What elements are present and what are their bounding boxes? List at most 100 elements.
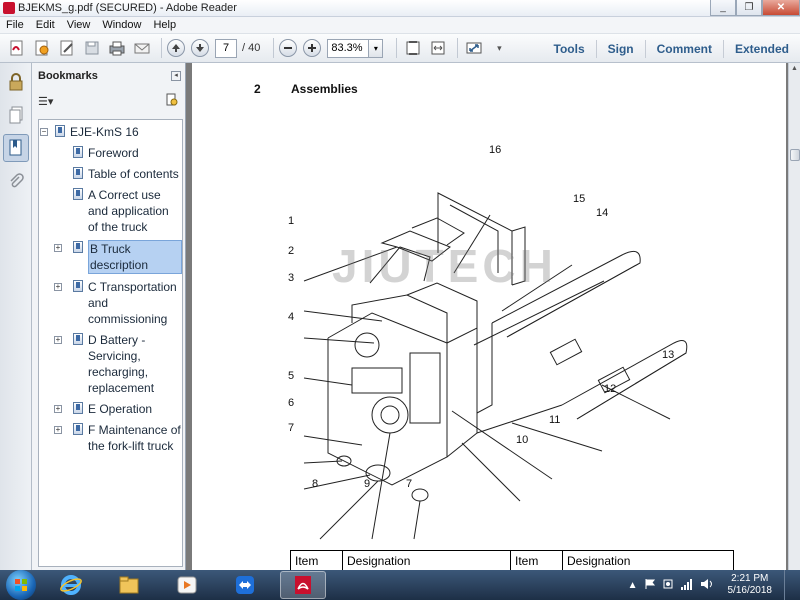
table-header-item: Item — [510, 550, 563, 570]
bookmark-icon — [73, 241, 83, 253]
tab-tools[interactable]: Tools — [543, 40, 596, 58]
adobe-reader-app-icon — [3, 2, 15, 14]
bookmark-options-button[interactable]: ☰▾ — [38, 95, 53, 108]
restore-button[interactable]: ❐ — [736, 0, 762, 16]
callout-7b: 7 — [406, 478, 413, 490]
bookmark-item-d[interactable]: + D Battery - Servicing, recharging, rep… — [39, 332, 182, 396]
zoom-dropdown-button[interactable]: ▾ — [369, 38, 384, 58]
collapse-panel-button[interactable]: ◂ — [171, 71, 181, 81]
zoom-in-button[interactable] — [303, 39, 322, 57]
title-bar: BJEKMS_g.pdf (SECURED) - Adobe Reader _ … — [0, 0, 800, 17]
zoom-out-button[interactable] — [279, 39, 298, 57]
arrow-down-icon — [196, 44, 204, 52]
teamviewer-icon[interactable] — [222, 571, 268, 599]
bookmarks-panel-icon[interactable] — [3, 134, 29, 162]
bookmark-item-toc[interactable]: Table of contents — [39, 166, 182, 182]
next-page-button[interactable] — [191, 39, 209, 57]
callout-14: 14 — [596, 207, 609, 219]
scroll-up-icon[interactable]: ▲ — [789, 63, 800, 75]
scroll-thumb[interactable] — [790, 149, 800, 161]
expand-toggle[interactable]: + — [54, 426, 62, 434]
tab-sign[interactable]: Sign — [595, 39, 645, 58]
bookmarks-panel: Bookmarks ◂ ☰▾ − EJE-KmS 16 Foreword Tab… — [32, 63, 186, 570]
edit-pdf-icon[interactable] — [56, 37, 78, 59]
tab-comment[interactable]: Comment — [644, 39, 723, 58]
previous-page-button[interactable] — [167, 39, 185, 57]
callout-16: 16 — [489, 144, 502, 156]
internet-explorer-icon[interactable] — [48, 571, 94, 599]
callout-11: 11 — [549, 414, 561, 426]
callout-5: 5 — [288, 370, 295, 382]
fit-width-icon[interactable] — [427, 37, 449, 59]
volume-icon[interactable] — [700, 578, 714, 593]
bookmark-icon — [73, 333, 83, 345]
expand-toggle[interactable]: + — [54, 283, 62, 291]
system-clock[interactable]: 2:21 PM 5/16/2018 — [728, 573, 773, 597]
arrow-up-icon — [172, 44, 180, 52]
find-bookmark-icon[interactable] — [165, 93, 179, 110]
tab-extended[interactable]: Extended — [722, 39, 800, 58]
media-player-icon[interactable] — [164, 571, 210, 599]
show-hidden-icons-icon[interactable]: ▲ — [628, 580, 638, 591]
action-center-flag-icon[interactable] — [644, 578, 656, 593]
page-thumbnails-icon[interactable] — [3, 101, 29, 129]
menu-edit[interactable]: Edit — [36, 19, 55, 31]
minimize-button[interactable]: _ — [710, 0, 736, 16]
bookmark-item-f[interactable]: + F Maintenance of the fork-lift truck — [39, 422, 182, 454]
bookmark-label: Table of contents — [88, 167, 179, 181]
callout-15: 15 — [573, 193, 586, 205]
bookmark-item-c[interactable]: + C Transportation and commissioning — [39, 279, 182, 327]
page-number-input[interactable]: 7 — [215, 38, 237, 58]
bookmark-item-foreword[interactable]: Foreword — [39, 145, 182, 161]
open-file-icon[interactable] — [31, 37, 53, 59]
file-explorer-icon[interactable] — [106, 571, 152, 599]
close-button[interactable]: ✕ — [762, 0, 800, 16]
zoom-level-input[interactable]: 83.3% — [327, 38, 370, 58]
start-orb-icon[interactable] — [6, 570, 36, 600]
callout-4: 4 — [288, 311, 295, 323]
print-icon[interactable] — [106, 37, 128, 59]
callout-2: 2 — [288, 245, 295, 257]
callout-1: 1 — [288, 215, 295, 227]
bookmark-item-root[interactable]: − EJE-KmS 16 — [39, 124, 182, 140]
show-desktop-button[interactable] — [784, 570, 794, 600]
create-pdf-icon[interactable] — [6, 37, 28, 59]
clock-time: 2:21 PM — [731, 573, 769, 584]
callout-10: 10 — [516, 434, 529, 446]
expand-toggle[interactable]: + — [54, 244, 62, 252]
adobe-reader-taskbar-icon[interactable] — [280, 571, 326, 599]
menu-window[interactable]: Window — [102, 19, 141, 31]
bookmark-item-b[interactable]: + B Truck description — [39, 240, 182, 274]
network-signal-icon[interactable] — [680, 578, 694, 593]
fit-page-icon[interactable] — [402, 37, 424, 59]
bookmark-label: C Transportation and commissioning — [88, 280, 177, 326]
bookmark-icon — [73, 423, 83, 435]
toolbar: 7 / 40 83.3% ▾ ▾ Tools Sign Comment Exte… — [0, 34, 800, 63]
read-mode-icon[interactable] — [463, 37, 485, 59]
bookmark-item-a[interactable]: A Correct use and application of the tru… — [39, 187, 182, 235]
expand-toggle[interactable]: + — [54, 405, 62, 413]
collapse-toggle[interactable]: − — [40, 128, 48, 136]
menu-help[interactable]: Help — [153, 19, 176, 31]
table-header-designation: Designation — [562, 550, 734, 570]
system-tray: ▲ 2:21 PM 5/16/2018 — [628, 570, 800, 600]
vertical-scrollbar[interactable]: ▲ — [788, 63, 800, 570]
attachments-icon[interactable] — [3, 167, 29, 195]
callout-9: 9 — [364, 478, 371, 490]
bookmark-icon — [55, 125, 65, 137]
save-icon[interactable] — [81, 37, 103, 59]
bookmark-icon — [73, 402, 83, 414]
email-icon[interactable] — [131, 37, 153, 59]
toolbar-options-icon[interactable]: ▾ — [488, 37, 510, 59]
bookmark-item-e[interactable]: + E Operation — [39, 401, 182, 417]
device-icon[interactable] — [662, 578, 674, 593]
bookmark-icon — [73, 280, 83, 292]
window-controls: _ ❐ ✕ — [710, 0, 800, 17]
lock-icon[interactable] — [3, 68, 29, 96]
bookmark-tree: − EJE-KmS 16 Foreword Table of contents … — [38, 119, 183, 567]
menu-file[interactable]: File — [6, 19, 24, 31]
menu-view[interactable]: View — [67, 19, 91, 31]
task-pane-tabs: Tools Sign Comment Extended — [543, 34, 800, 63]
document-viewport[interactable]: 2 Assemblies JIUTECH 16 15 14 1 2 3 4 5 … — [186, 63, 788, 570]
expand-toggle[interactable]: + — [54, 336, 62, 344]
